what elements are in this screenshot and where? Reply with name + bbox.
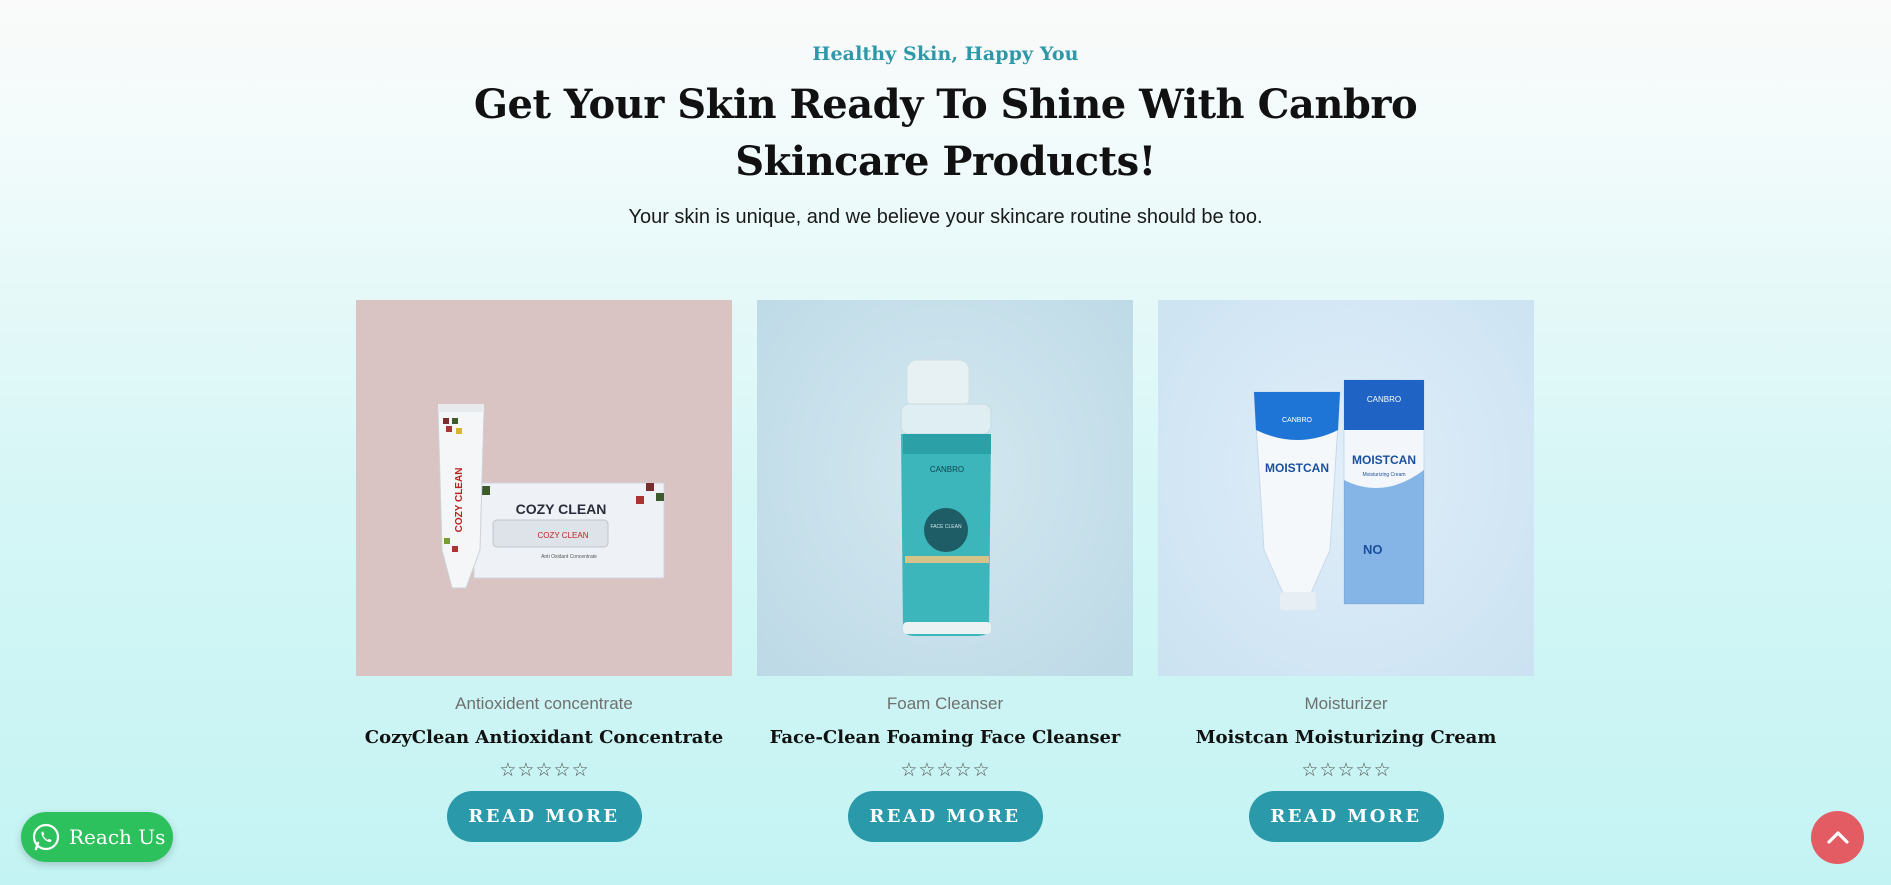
product-title[interactable]: CozyClean Antioxidant Concentrate — [356, 727, 732, 748]
box-caption-text: Anti Oxidant Concentrate — [541, 554, 597, 560]
cozyclean-product-illustration: COZY CLEAN COZY CLEAN Anti Oxidant Conce… — [437, 404, 665, 589]
star-icon: ☆ — [1301, 759, 1319, 781]
bottle-brand-text: CANBRO — [930, 465, 964, 474]
product-category: Antioxident concentrate — [455, 694, 633, 713]
star-icon: ☆ — [517, 759, 535, 781]
product-card: COZY CLEAN COZY CLEAN Anti Oxidant Conce… — [356, 300, 732, 842]
star-rating: ☆ ☆ ☆ ☆ ☆ — [1158, 760, 1534, 780]
star-icon: ☆ — [1319, 759, 1337, 781]
product-card: CANBRO FACE CLEAN Foam Cleanser Face-Cle… — [757, 300, 1133, 842]
product-grid: COZY CLEAN COZY CLEAN Anti Oxidant Conce… — [356, 300, 1535, 842]
box-sub-text: Moisturizing Cream — [1362, 472, 1405, 478]
hero-subtitle: Your skin is unique, and we believe your… — [628, 206, 1263, 228]
star-icon: ☆ — [571, 759, 589, 781]
star-icon: ☆ — [900, 759, 918, 781]
star-icon: ☆ — [1337, 759, 1355, 781]
box-sub-text: COZY CLEAN — [538, 531, 589, 540]
faceclean-product-illustration: CANBRO FACE CLEAN — [900, 359, 992, 636]
tube-brand-text: COZY CLEAN — [454, 468, 465, 533]
star-icon: ☆ — [553, 759, 571, 781]
tube-name-text: MOISTCAN — [1265, 461, 1329, 475]
star-icon: ☆ — [936, 759, 954, 781]
star-rating: ☆ ☆ ☆ ☆ ☆ — [757, 760, 1133, 780]
star-icon: ☆ — [972, 759, 990, 781]
product-title[interactable]: Face-Clean Foaming Face Cleanser — [757, 727, 1133, 748]
star-icon: ☆ — [535, 759, 553, 781]
product-category: Moisturizer — [1304, 694, 1388, 713]
product-image[interactable]: CANBRO FACE CLEAN — [757, 300, 1133, 676]
product-image[interactable]: COZY CLEAN COZY CLEAN Anti Oxidant Conce… — [356, 300, 732, 676]
reach-us-label: Reach Us — [69, 825, 166, 849]
scroll-to-top-button[interactable] — [1811, 811, 1864, 864]
whatsapp-icon — [32, 823, 60, 851]
star-icon: ☆ — [918, 759, 936, 781]
moistcan-product-illustration: CANBRO MOISTCAN Moisturizing Cream NO CA… — [1253, 379, 1425, 610]
star-rating: ☆ ☆ ☆ ☆ ☆ — [356, 760, 732, 780]
read-more-button[interactable]: READ MORE — [847, 791, 1043, 842]
star-icon: ☆ — [1355, 759, 1373, 781]
read-more-button[interactable]: READ MORE — [1248, 791, 1444, 842]
product-title[interactable]: Moistcan Moisturizing Cream — [1158, 727, 1534, 748]
box-name-text: MOISTCAN — [1352, 453, 1416, 467]
chevron-up-icon — [1826, 830, 1849, 844]
box-brand-text: COZY CLEAN — [516, 501, 607, 517]
hero-headline: Get Your Skin Ready To Shine With Canbro… — [473, 81, 1418, 185]
box-no-text: NO — [1363, 542, 1383, 557]
hero-eyebrow: Healthy Skin, Happy You — [812, 43, 1079, 65]
product-card: CANBRO MOISTCAN Moisturizing Cream NO CA… — [1158, 300, 1534, 842]
bottle-label-text: FACE CLEAN — [930, 524, 962, 530]
star-icon: ☆ — [1373, 759, 1391, 781]
whatsapp-reach-us-button[interactable]: Reach Us — [21, 812, 173, 862]
box-brand-text: CANBRO — [1367, 395, 1401, 404]
hero-section: Healthy Skin, Happy You Get Your Skin Re… — [0, 40, 1891, 229]
product-category: Foam Cleanser — [886, 694, 1004, 713]
star-icon: ☆ — [499, 759, 517, 781]
star-icon: ☆ — [954, 759, 972, 781]
product-image[interactable]: CANBRO MOISTCAN Moisturizing Cream NO CA… — [1158, 300, 1534, 676]
tube-brand-text: CANBRO — [1282, 417, 1313, 424]
read-more-button[interactable]: READ MORE — [446, 791, 642, 842]
